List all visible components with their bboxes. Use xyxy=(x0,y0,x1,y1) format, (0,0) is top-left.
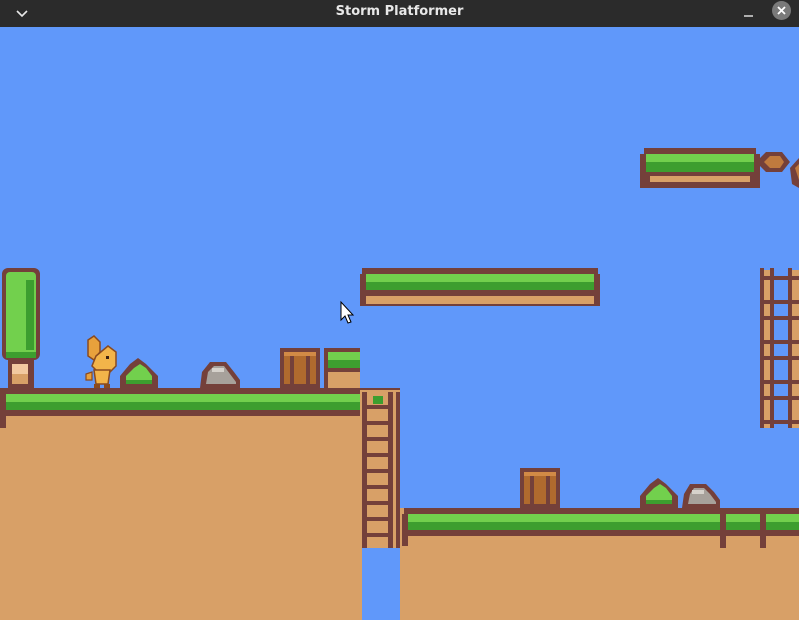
crate xyxy=(520,468,560,508)
minimize-icon[interactable] xyxy=(740,5,758,21)
close-button[interactable] xyxy=(772,1,791,20)
title-bar[interactable]: Storm Platformer xyxy=(0,0,799,27)
game-viewport[interactable] xyxy=(0,27,799,620)
game-window: Storm Platformer xyxy=(0,0,799,620)
crate xyxy=(280,348,320,388)
grass-step xyxy=(324,348,360,388)
floating-platform-middle xyxy=(360,268,600,306)
window-title: Storm Platformer xyxy=(335,4,464,19)
close-icon xyxy=(777,6,786,15)
ground-right xyxy=(400,508,799,620)
ladder xyxy=(360,390,400,548)
ground-left xyxy=(0,388,400,620)
